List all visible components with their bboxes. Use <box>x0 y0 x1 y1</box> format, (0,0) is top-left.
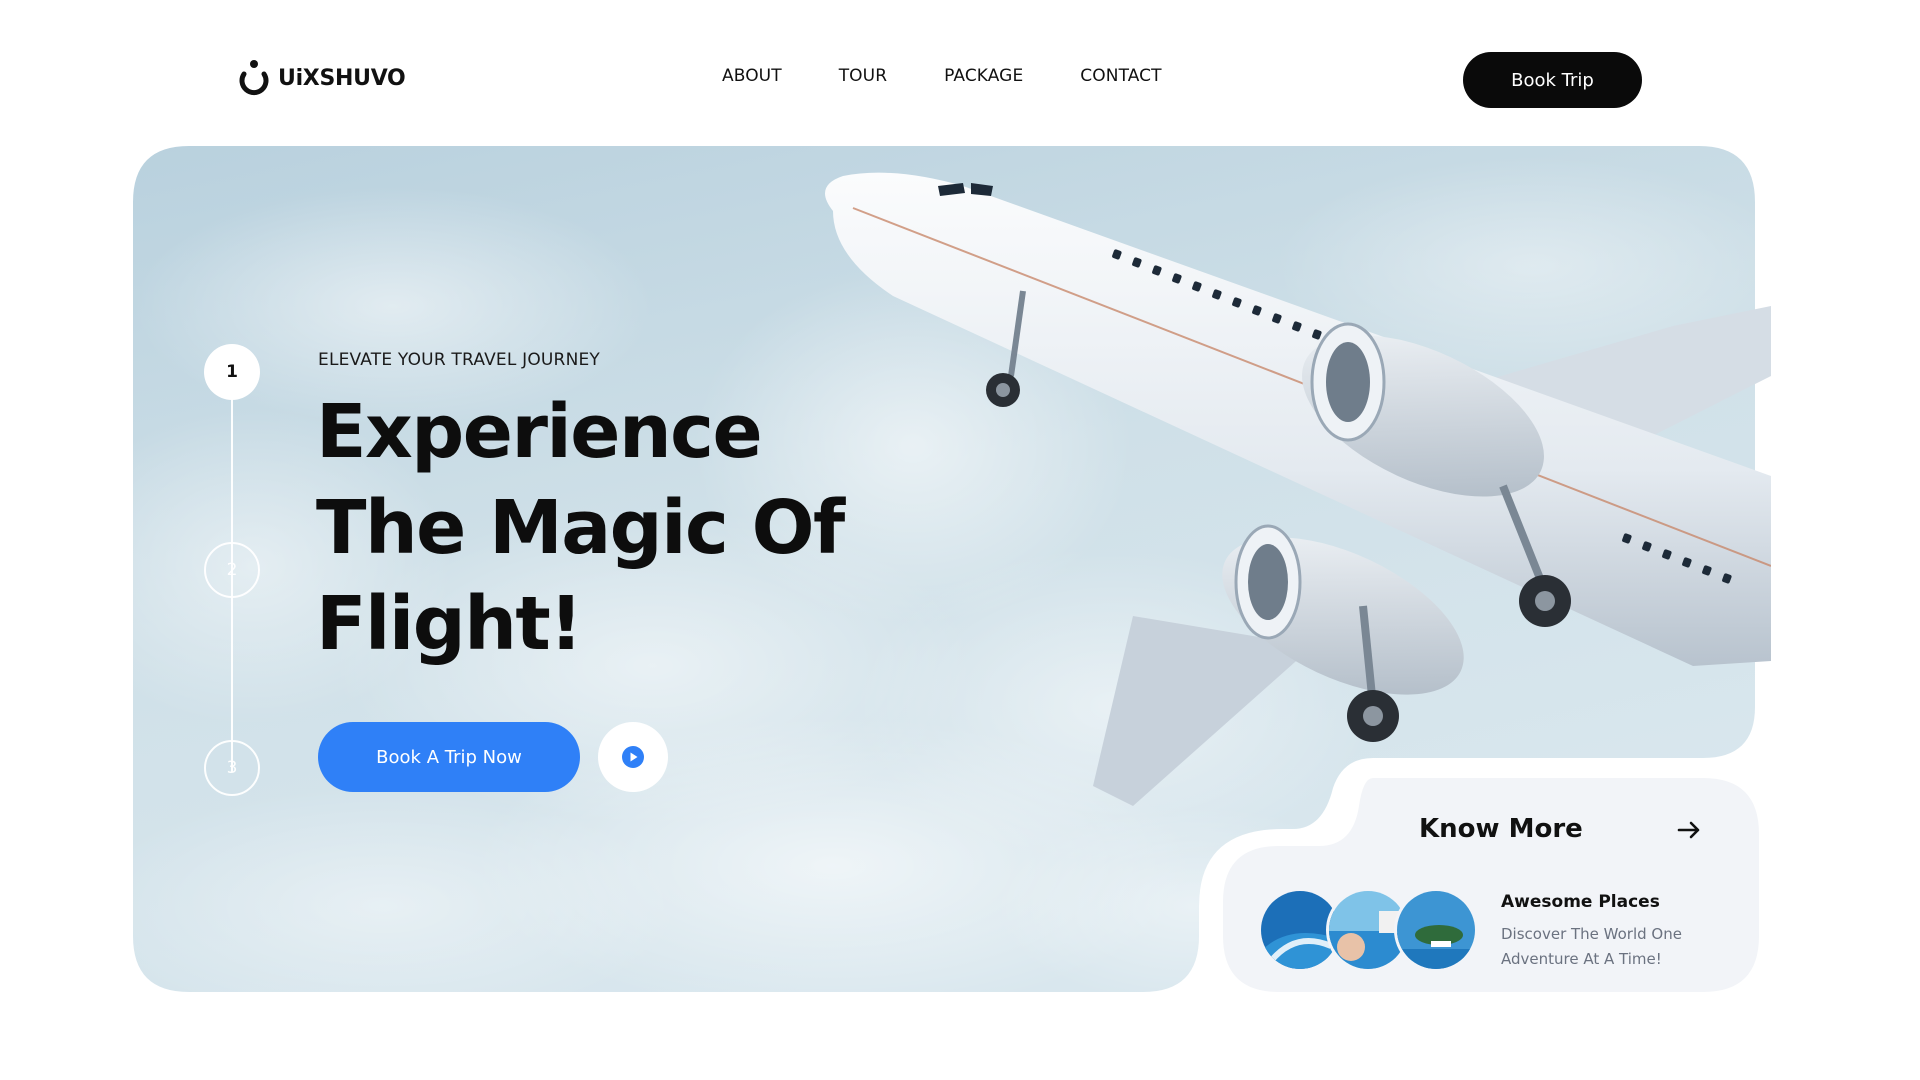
book-trip-button[interactable]: Book Trip <box>1463 52 1642 108</box>
place-thumbnail-3[interactable] <box>1394 888 1478 972</box>
hero-eyebrow: ELEVATE YOUR TRAVEL JOURNEY <box>318 350 601 370</box>
places-description: Discover The World One Adventure At A Ti… <box>1501 925 1682 968</box>
headline-line-2: The Magic Of <box>316 485 845 571</box>
landing-page: UiXSHUVO ABOUT TOUR PACKAGE CONTACT Book… <box>0 0 1920 1080</box>
play-video-button[interactable] <box>598 722 668 792</box>
play-icon <box>622 746 644 768</box>
brand-name: UiXSHUVO <box>278 65 406 91</box>
headline-line-3: Flight! <box>316 581 583 667</box>
know-more-title[interactable]: Know More <box>1419 814 1583 844</box>
headline-line-1: Experience <box>316 389 763 475</box>
main-nav: ABOUT TOUR PACKAGE CONTACT <box>722 66 1162 86</box>
step-2[interactable]: 2 <box>204 542 260 598</box>
hero-headline: Experience The Magic Of Flight! <box>316 384 936 672</box>
nav-contact[interactable]: CONTACT <box>1080 66 1161 86</box>
nav-tour[interactable]: TOUR <box>839 66 887 86</box>
step-3[interactable]: 3 <box>204 740 260 796</box>
nav-about[interactable]: ABOUT <box>722 66 782 86</box>
step-indicator: 1 2 3 <box>204 344 260 796</box>
places-title: Awesome Places <box>1501 892 1660 912</box>
place-thumbnails <box>1258 888 1478 972</box>
logo-icon <box>239 60 269 96</box>
brand-logo[interactable]: UiXSHUVO <box>236 58 406 98</box>
nav-package[interactable]: PACKAGE <box>944 66 1023 86</box>
arrow-right-icon[interactable] <box>1674 815 1704 845</box>
step-1[interactable]: 1 <box>204 344 260 400</box>
book-a-trip-now-button[interactable]: Book A Trip Now <box>318 722 580 792</box>
